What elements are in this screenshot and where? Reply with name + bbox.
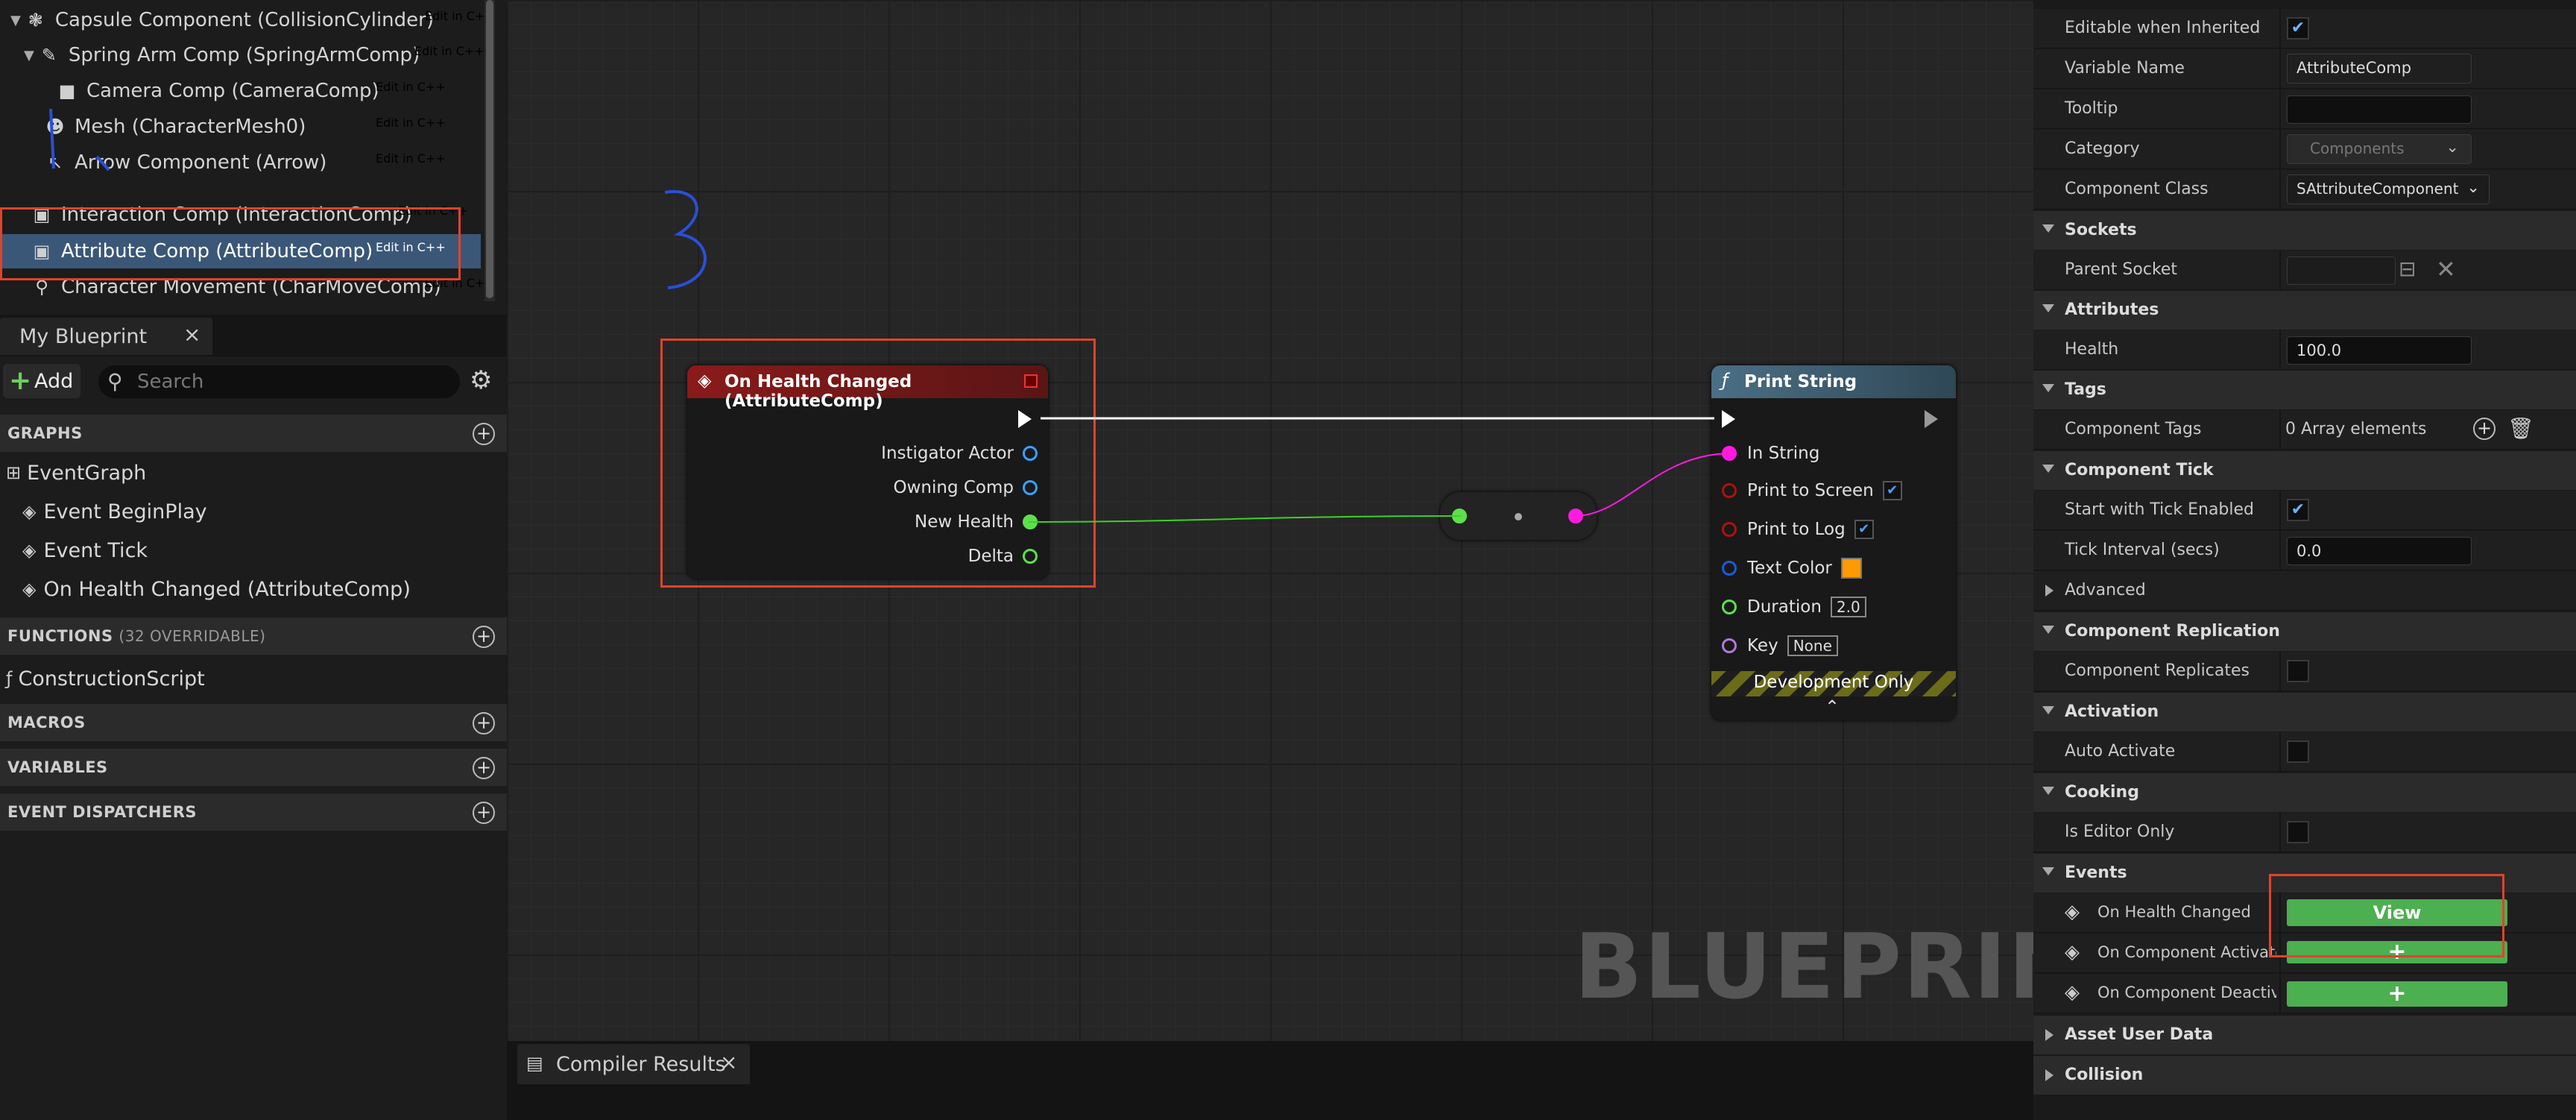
row-health: Health 100.0 <box>2033 330 2576 370</box>
checkbox-unchecked[interactable] <box>2287 821 2309 843</box>
row-label: Parent Socket <box>2065 260 2178 279</box>
row-label: Variable Name <box>2065 59 2185 78</box>
socket-browse-icon[interactable]: ⊟ <box>2399 257 2416 281</box>
add-deactivated-event-button[interactable]: + <box>2287 981 2507 1007</box>
health-input[interactable]: 100.0 <box>2287 336 2472 365</box>
row-tick-interval: Tick Interval (secs) 0.0 <box>2033 531 2576 570</box>
highlight-box-view-button <box>2269 874 2504 957</box>
parent-socket-input[interactable] <box>2287 257 2396 285</box>
category-title: Component Replication <box>2065 622 2280 641</box>
row-component-replicates: Component Replicates <box>2033 652 2576 691</box>
checkbox-checked[interactable]: ✔ <box>2287 499 2309 521</box>
compiler-icon: ▤ <box>526 1053 543 1074</box>
category-value: Components <box>2310 139 2405 157</box>
category-asset-user-data[interactable]: Asset User Data <box>2033 1016 2576 1054</box>
event-icon: ◈ <box>2065 941 2080 963</box>
category-title: Collision <box>2065 1066 2144 1084</box>
row-variable-name: Variable Name AttributeComp <box>2033 49 2576 89</box>
clear-icon[interactable]: ✕ <box>2436 255 2456 283</box>
row-component-class: Component Class SAttributeComponent ⌄ <box>2033 170 2576 210</box>
category-title: Sockets <box>2065 221 2137 239</box>
component-tags-value: 0 Array elements <box>2285 420 2427 438</box>
event-icon: ◈ <box>2065 901 2080 923</box>
row-is-editor-only: Is Editor Only <box>2033 813 2576 852</box>
row-label: On Component Deactivated <box>2097 984 2276 1001</box>
row-label: Is Editor Only <box>2065 822 2175 841</box>
category-title: Tags <box>2065 380 2106 399</box>
string-wire <box>1573 453 1730 517</box>
event-icon: ◈ <box>2065 981 2080 1004</box>
category-title: Cooking <box>2065 783 2139 802</box>
row-label: Start with Tick Enabled <box>2065 500 2255 519</box>
checkbox-unchecked[interactable] <box>2287 740 2309 763</box>
row-category: Category Components ⌄ <box>2033 130 2576 169</box>
category-title: Activation <box>2065 702 2159 721</box>
checkbox-checked[interactable]: ✔ <box>2287 17 2309 40</box>
category-tags[interactable]: Tags <box>2033 371 2576 409</box>
close-icon[interactable]: × <box>720 1050 737 1075</box>
tab-label: Compiler Results <box>556 1053 726 1076</box>
annotation-number: 3 <box>0 0 1 1</box>
checkbox-unchecked[interactable] <box>2287 660 2309 682</box>
row-auto-activate: Auto Activate <box>2033 732 2576 772</box>
row-label: On Component Activated <box>2097 943 2276 961</box>
annotation-three-drawing <box>664 189 707 289</box>
category-component-tick[interactable]: Component Tick <box>2033 451 2576 490</box>
tick-interval-input[interactable]: 0.0 <box>2287 537 2472 565</box>
row-tooltip: Tooltip <box>2033 89 2576 129</box>
row-advanced[interactable]: Advanced <box>2033 571 2576 611</box>
expand-arrow-icon[interactable] <box>2045 585 2053 597</box>
category-title: Asset User Data <box>2065 1025 2214 1044</box>
row-label: Health <box>2065 340 2119 359</box>
row-component-tags: Component Tags 0 Array elements + 🗑 <box>2033 410 2576 450</box>
category-cooking[interactable]: Cooking <box>2033 773 2576 812</box>
category-combo[interactable]: Components ⌄ <box>2287 134 2472 164</box>
add-element-icon[interactable]: + <box>2473 418 2496 440</box>
row-label: Tooltip <box>2065 99 2118 118</box>
row-parent-socket: Parent Socket ⊟ ✕ <box>2033 251 2576 290</box>
row-editable-when-inherited: Editable when Inherited ✔ <box>2033 9 2576 48</box>
float-wire <box>1028 515 1462 523</box>
category-activation[interactable]: Activation <box>2033 693 2576 732</box>
category-sockets[interactable]: Sockets <box>2033 211 2576 250</box>
component-class-combo[interactable]: SAttributeComponent ⌄ <box>2287 174 2490 204</box>
category-title: Component Tick <box>2065 461 2214 479</box>
variable-name-input[interactable]: AttributeComp <box>2287 54 2472 84</box>
row-label: Category <box>2065 139 2140 158</box>
row-label: Auto Activate <box>2065 742 2176 761</box>
category-attributes[interactable]: Attributes <box>2033 291 2576 330</box>
category-title: Attributes <box>2065 301 2159 319</box>
chevron-down-icon: ⌄ <box>2466 178 2480 196</box>
row-label: On Health Changed <box>2097 903 2251 921</box>
row-label: Tick Interval (secs) <box>2065 541 2220 559</box>
component-class-value: SAttributeComponent <box>2296 180 2459 198</box>
row-start-tick: Start with Tick Enabled ✔ <box>2033 491 2576 530</box>
row-label: Editable when Inherited <box>2065 19 2261 37</box>
tooltip-input[interactable] <box>2287 95 2472 124</box>
row-label: Component Replicates <box>2065 661 2250 680</box>
annotation-stroke <box>49 108 110 172</box>
trash-icon[interactable]: 🗑 <box>2507 416 2534 441</box>
row-label: Advanced <box>2065 581 2146 600</box>
row-label: Component Class <box>2065 180 2209 198</box>
chevron-down-icon: ⌄ <box>2446 138 2459 156</box>
category-title: Events <box>2065 863 2127 882</box>
category-component-replication[interactable]: Component Replication <box>2033 612 2576 651</box>
compiler-results-tab[interactable]: ▤ Compiler Results × <box>517 1044 750 1084</box>
category-collision[interactable]: Collision <box>2033 1056 2576 1095</box>
row-label: Component Tags <box>2065 420 2202 438</box>
